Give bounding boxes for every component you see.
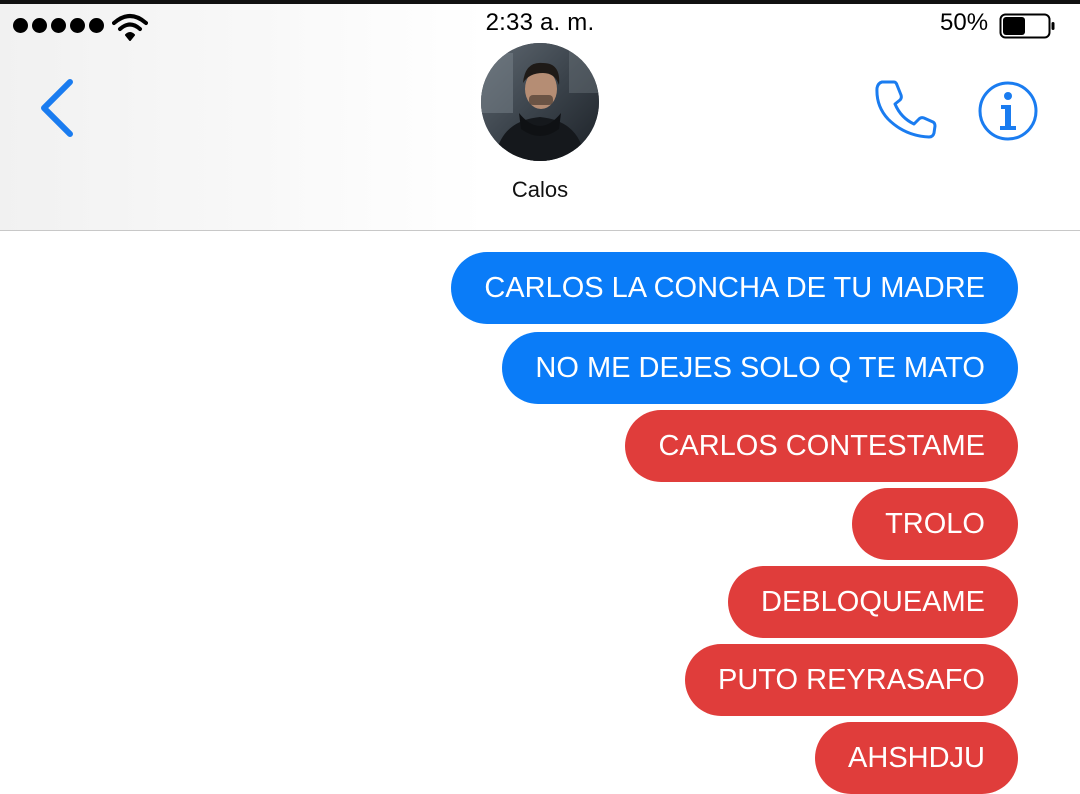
avatar-photo — [481, 43, 599, 161]
call-button[interactable] — [872, 78, 938, 140]
message-bubble-sent[interactable]: CARLOS LA CONCHA DE TU MADRE — [451, 252, 1018, 324]
phone-icon — [875, 80, 937, 139]
back-button[interactable] — [34, 76, 82, 140]
battery-icon — [999, 13, 1055, 39]
message-bubble-failed[interactable]: CARLOS CONTESTAME — [625, 410, 1018, 482]
chevron-left-icon — [41, 79, 73, 137]
contact-name[interactable]: Calos — [0, 177, 1080, 203]
message-bubble-failed[interactable]: AHSHDJU — [815, 722, 1018, 794]
message-bubble-sent[interactable]: NO ME DEJES SOLO Q TE MATO — [502, 332, 1018, 404]
message-bubble-failed[interactable]: TROLO — [852, 488, 1018, 560]
battery-percentage: 50% — [940, 9, 989, 36]
contact-avatar[interactable] — [481, 43, 599, 161]
header-divider — [0, 230, 1080, 231]
clock: 2:33 a. m. — [485, 9, 595, 36]
status-bar: 2:33 a. m. 50% — [0, 4, 1080, 44]
info-button[interactable] — [976, 79, 1040, 143]
message-bubble-failed[interactable]: PUTO REYRASAFO — [685, 644, 1018, 716]
info-icon — [978, 81, 1038, 141]
message-bubble-failed[interactable]: DEBLOQUEAME — [728, 566, 1018, 638]
